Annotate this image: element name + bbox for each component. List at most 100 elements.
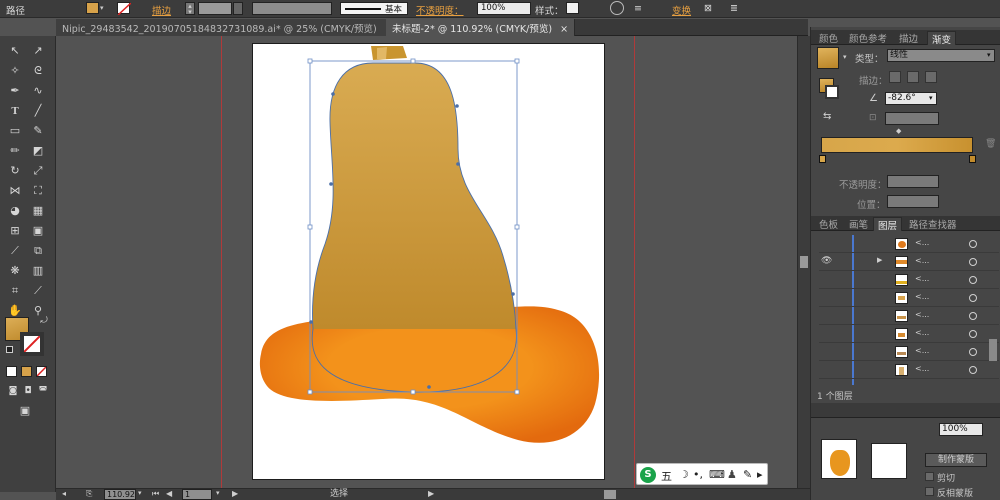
tab-stroke[interactable]: 描边 [895, 31, 922, 45]
tab-brushes[interactable]: 画笔 [845, 217, 872, 231]
gradient-mode-icon[interactable] [21, 366, 32, 377]
status-menu-icon[interactable]: ▶ [428, 489, 434, 498]
opacity-label[interactable]: 不透明度： [416, 3, 464, 17]
gradient-type-select[interactable]: 线性 [887, 49, 995, 62]
eraser-tool-icon[interactable]: ◩ [30, 144, 46, 158]
close-icon[interactable]: × [560, 24, 568, 35]
first-page-icon[interactable]: ⏮ [152, 489, 159, 499]
layer-row[interactable]: <... [819, 307, 999, 325]
draw-normal-icon[interactable]: ◙ [5, 384, 21, 398]
paintbrush-tool-icon[interactable]: ✎ [30, 124, 46, 138]
gradient-stop-right[interactable] [969, 155, 976, 163]
layers-scroll-thumb[interactable] [989, 339, 997, 361]
vertical-scroll-thumb[interactable] [800, 256, 808, 268]
rotate-tool-icon[interactable]: ↻ [7, 164, 23, 178]
layer-target-circle[interactable] [969, 366, 977, 374]
stroke-weight-dropdown[interactable] [233, 2, 243, 15]
stroke-label[interactable]: 描边 [152, 3, 171, 17]
shape-builder-tool-icon[interactable]: ◕ [7, 204, 23, 218]
settings-icon[interactable]: ✎ [743, 468, 752, 481]
more-options-icon[interactable]: ≣ [730, 3, 738, 14]
status-arrow-icon[interactable]: ◂ [62, 489, 66, 498]
pen-tool-icon[interactable]: ✒ [7, 84, 23, 98]
variable-width-dropdown[interactable] [252, 2, 332, 15]
artwork-svg[interactable] [253, 44, 606, 481]
layer-target-circle[interactable] [969, 240, 977, 248]
layer-target-circle[interactable] [969, 330, 977, 338]
column-graph-tool-icon[interactable]: ▥ [30, 264, 46, 278]
delete-stop-icon[interactable]: 🗑 [985, 139, 996, 149]
keyboard-icon[interactable]: ⌨ [709, 468, 725, 481]
tab-color[interactable]: 颜色 [815, 31, 842, 45]
layer-row[interactable]: <... [819, 343, 999, 361]
zoom-dropdown-icon[interactable]: ▾ [138, 489, 142, 497]
previous-page-icon[interactable]: ◀ [166, 489, 172, 498]
eyedropper-tool-icon[interactable]: ⟋ [7, 244, 23, 258]
gourd-body-shape[interactable] [312, 63, 517, 329]
transparency-opacity-field[interactable]: 100% [939, 423, 983, 436]
eye-icon[interactable]: 👁 [821, 256, 832, 266]
layer-row[interactable]: 👁 ▶ <... [819, 253, 999, 271]
layer-target-circle[interactable] [969, 348, 977, 356]
mask-thumbnail[interactable] [871, 443, 907, 479]
gradient-preview-swatch[interactable] [817, 47, 839, 69]
tab-pathfinder[interactable]: 路径查找器 [905, 217, 961, 231]
tab-nipic-document[interactable]: Nipic_29483542_20190705184832731089.ai* … [56, 19, 400, 36]
selection-tool-icon[interactable]: ↖ [7, 44, 23, 58]
gourd-stem[interactable] [371, 46, 407, 60]
isolate-icon[interactable]: ⊠ [704, 3, 712, 14]
invert-mask-checkbox[interactable] [925, 487, 934, 496]
line-tool-icon[interactable]: ╱ [30, 104, 46, 118]
ime-mode-label[interactable]: 五 [661, 468, 672, 484]
tab-color-guide[interactable]: 颜色参考 [845, 31, 891, 45]
skin-icon[interactable]: ♟ [727, 468, 737, 481]
layer-row[interactable]: <... [819, 235, 999, 253]
type-dropdown-icon[interactable]: ▾ [987, 51, 991, 59]
stop-opacity-field[interactable] [887, 175, 939, 188]
blend-tool-icon[interactable]: ⧉ [30, 244, 46, 258]
magic-wand-tool-icon[interactable]: ✧ [7, 64, 23, 78]
punctuation-icon[interactable]: •, [693, 468, 703, 481]
free-transform-tool-icon[interactable]: ⛶ [30, 184, 46, 198]
vertical-scrollbar[interactable] [797, 36, 810, 488]
share-icon[interactable]: ⎘ [86, 489, 92, 499]
artboard-tool-icon[interactable]: ⌗ [7, 284, 23, 298]
ime-logo-icon[interactable]: S [640, 467, 656, 483]
draw-inside-icon[interactable]: ◚ [35, 384, 51, 398]
aspect-ratio-field[interactable] [885, 112, 939, 125]
stroke-along-icon[interactable] [907, 71, 919, 83]
pencil-tool-icon[interactable]: ✏ [7, 144, 23, 158]
swap-colors-icon[interactable]: ⤾ [36, 314, 52, 328]
angle-dropdown-icon[interactable]: ▾ [929, 94, 933, 102]
page-field[interactable]: 1 [182, 489, 212, 500]
layer-target-circle[interactable] [969, 276, 977, 284]
style-swatch[interactable] [566, 2, 579, 14]
tab-layers[interactable]: 图层 [873, 217, 903, 232]
transform-label[interactable]: 变换 [672, 3, 691, 17]
stroke-swatch[interactable] [117, 2, 132, 16]
default-colors-icon[interactable] [6, 346, 13, 353]
layer-target-circle[interactable] [969, 258, 977, 266]
layer-row[interactable]: <... [819, 271, 999, 289]
layer-row[interactable]: <... [819, 289, 999, 307]
recolor-icon[interactable] [610, 1, 624, 15]
type-tool-icon[interactable]: T [7, 104, 23, 118]
stroke-weight-stepper[interactable]: ▴ ▾ [185, 2, 195, 16]
stroke-color-box[interactable] [20, 332, 44, 356]
curvature-tool-icon[interactable]: ∿ [30, 84, 46, 98]
stop-position-field[interactable] [887, 195, 939, 208]
rectangle-tool-icon[interactable]: ▭ [7, 124, 23, 138]
width-tool-icon[interactable]: ⋈ [7, 184, 23, 198]
page-dropdown-icon[interactable]: ▾ [216, 489, 220, 497]
expand-arrow-icon[interactable]: ▶ [877, 256, 882, 264]
fill-dropdown-icon[interactable]: ▾ [100, 4, 104, 12]
zoom-field[interactable]: 110.92 [104, 489, 136, 500]
make-mask-button[interactable]: 制作蒙版 [925, 453, 987, 467]
layer-target-circle[interactable] [969, 294, 977, 302]
transparency-thumbnail[interactable] [821, 439, 857, 479]
gradient-slider-bar[interactable] [821, 137, 973, 153]
hand-tool-icon[interactable]: ✋ [7, 304, 23, 318]
layer-row[interactable]: <... [819, 361, 999, 379]
reverse-gradient-icon[interactable]: ⇆ [823, 111, 831, 122]
tab-gradient[interactable]: 渐变 [927, 31, 957, 46]
